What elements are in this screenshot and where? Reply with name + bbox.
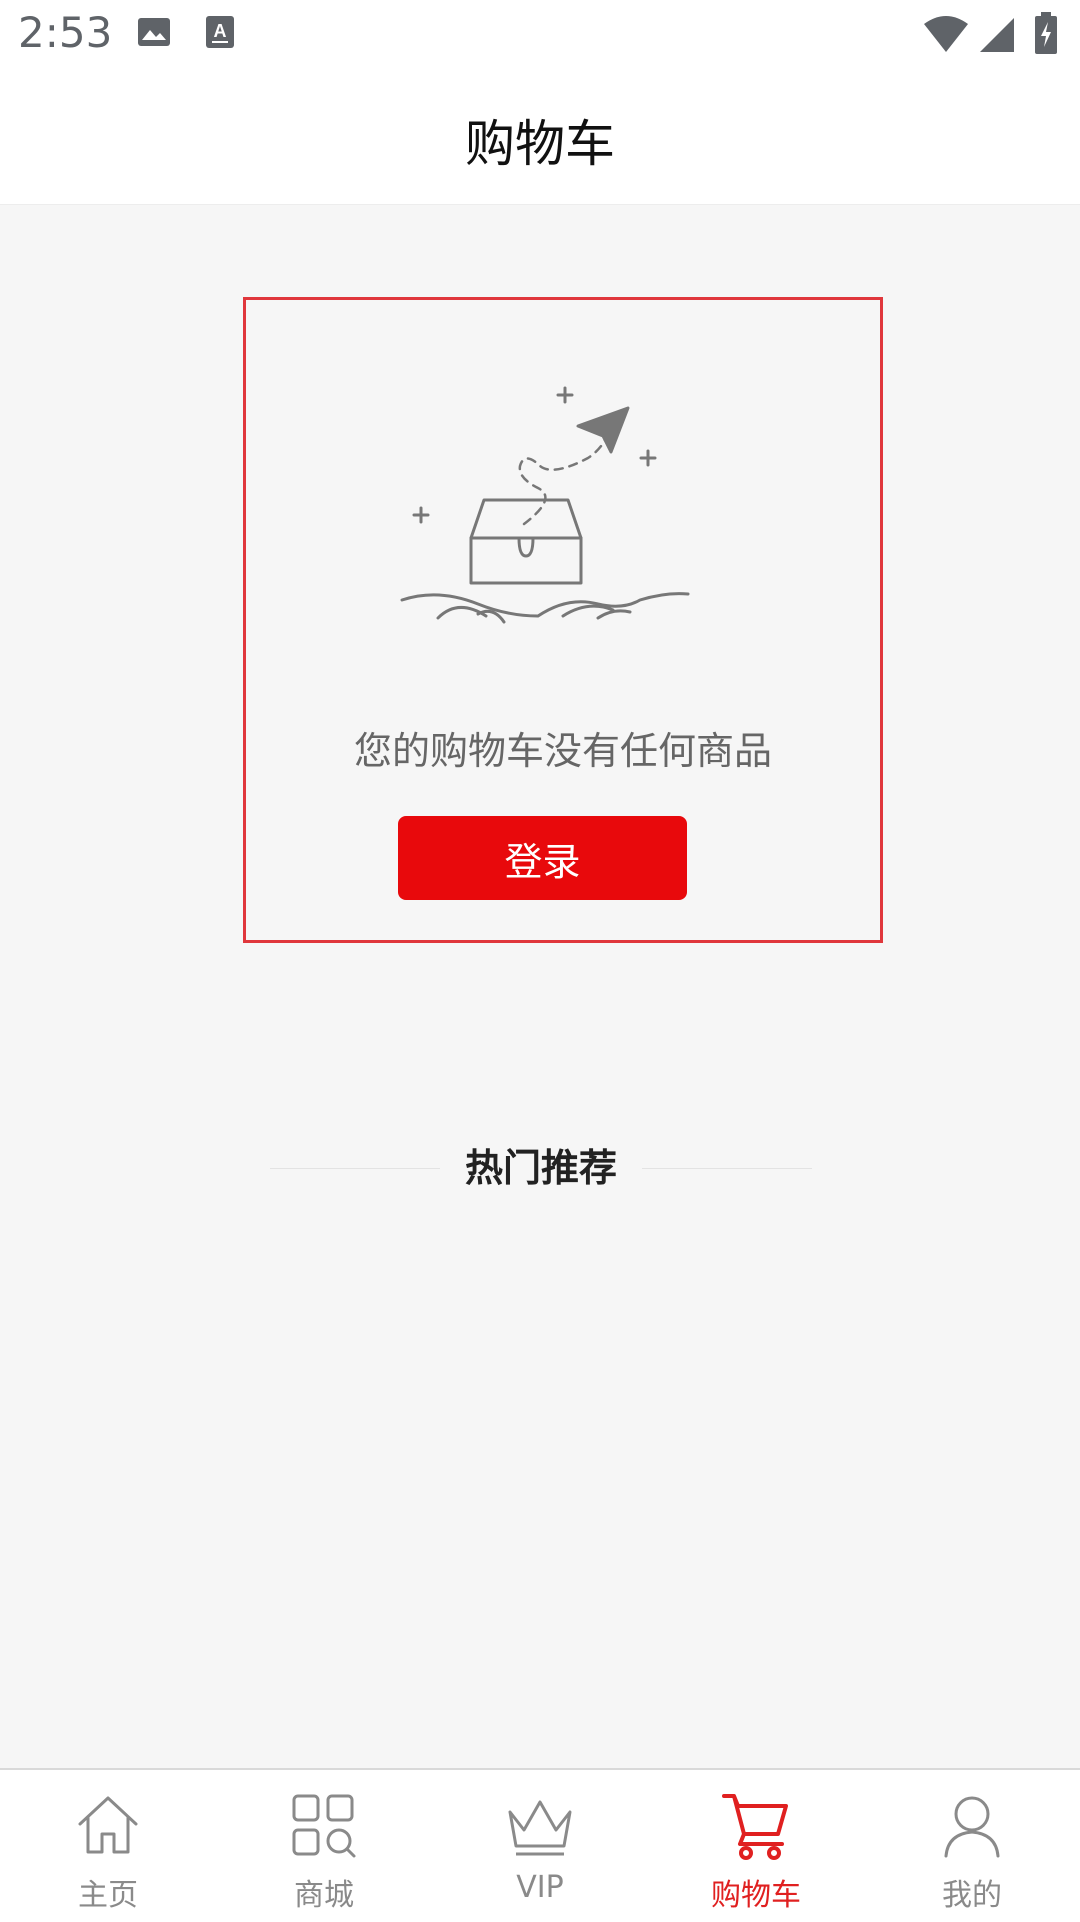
tab-vip[interactable]: VIP bbox=[432, 1770, 648, 1922]
hot-recommend-section: 热门推荐 bbox=[270, 1140, 812, 1196]
section-title: 热门推荐 bbox=[440, 1140, 642, 1196]
tab-label: 我的 bbox=[942, 1878, 1002, 1913]
page-header: 购物车 bbox=[0, 76, 1080, 205]
tab-home[interactable]: 主页 bbox=[0, 1770, 216, 1922]
signal-icon bbox=[978, 16, 1016, 58]
tab-cart[interactable]: 购物车 bbox=[648, 1770, 864, 1922]
empty-cart-panel: 您的购物车没有任何商品 登录 bbox=[243, 297, 883, 943]
status-time: 2:53 bbox=[18, 8, 113, 57]
text-recognition-icon: A bbox=[204, 14, 236, 54]
empty-cart-message: 您的购物车没有任何商品 bbox=[353, 729, 772, 773]
image-icon bbox=[136, 14, 172, 54]
home-icon bbox=[78, 1796, 138, 1854]
battery-charging-icon bbox=[1034, 12, 1058, 58]
tab-label: VIP bbox=[516, 1870, 564, 1905]
status-bar: 2:53 A bbox=[0, 0, 1080, 76]
wifi-icon bbox=[924, 16, 968, 58]
tab-label: 主页 bbox=[78, 1878, 138, 1913]
svg-text:A: A bbox=[214, 21, 227, 41]
tab-label: 购物车 bbox=[711, 1878, 801, 1913]
crown-icon bbox=[508, 1800, 572, 1856]
grid-search-icon bbox=[292, 1794, 356, 1858]
tab-label: 商城 bbox=[294, 1878, 354, 1913]
bottom-tab-bar: 主页 商城 VIP 购物车 我的 bbox=[0, 1768, 1080, 1922]
cart-icon bbox=[722, 1794, 788, 1860]
tab-mine[interactable]: 我的 bbox=[864, 1770, 1080, 1922]
page-title: 购物车 bbox=[465, 115, 615, 173]
tab-mall[interactable]: 商城 bbox=[216, 1770, 432, 1922]
login-button[interactable]: 登录 bbox=[398, 816, 687, 900]
empty-box-illustration bbox=[400, 386, 690, 624]
user-icon bbox=[944, 1796, 1000, 1858]
